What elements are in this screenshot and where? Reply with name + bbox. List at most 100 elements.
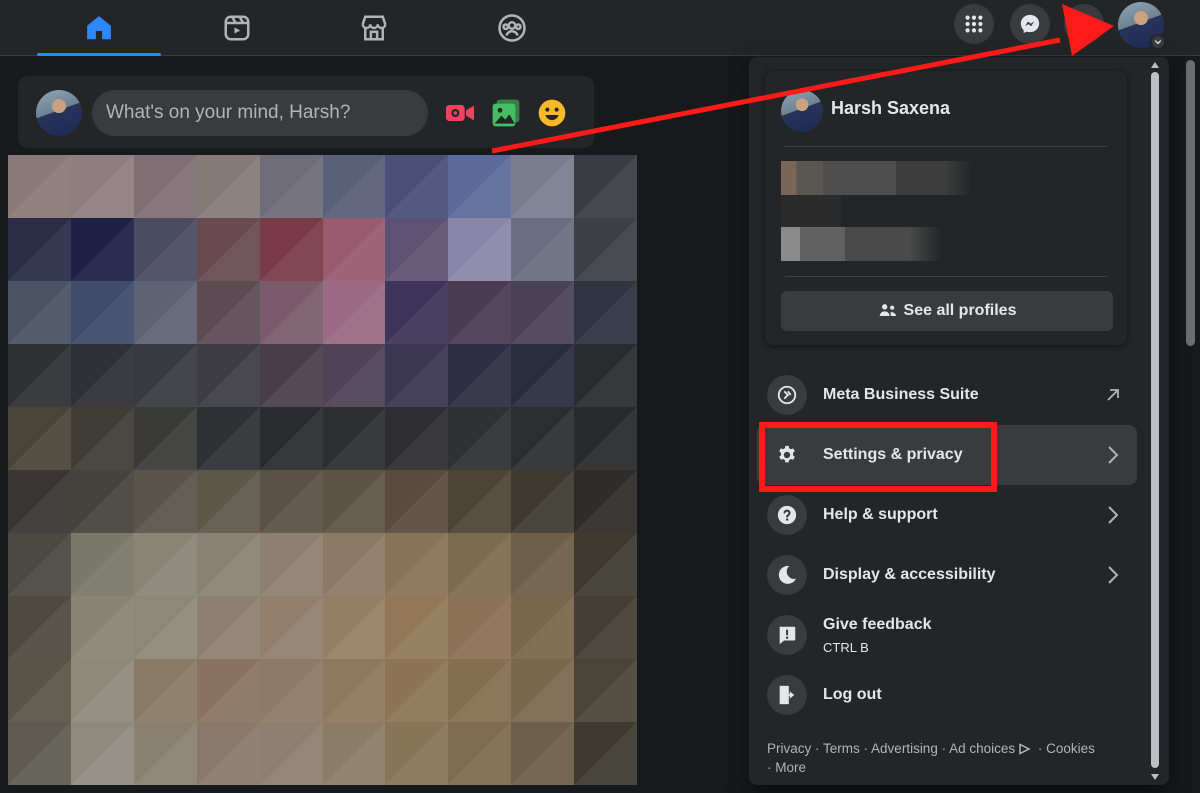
pixel-tile <box>448 344 512 407</box>
tab-marketplace[interactable] <box>312 0 436 56</box>
page-scrollbar-thumb[interactable] <box>1186 60 1195 346</box>
photo-icon[interactable] <box>490 97 522 129</box>
menu-item-label: Give feedback CTRL B <box>823 616 932 655</box>
pixel-tile <box>70 722 134 785</box>
pixel-tile <box>70 155 134 218</box>
menu-scrollbar[interactable] <box>1148 60 1162 782</box>
footer-separator: · <box>859 741 872 756</box>
pixel-tile <box>385 344 449 407</box>
footer-separator: · <box>937 741 950 756</box>
pixel-tile <box>322 407 386 470</box>
pixel-tile <box>196 281 260 344</box>
scroll-down-arrow[interactable] <box>1151 774 1159 780</box>
footer-separator: · <box>767 760 776 775</box>
footer-link-privacy[interactable]: Privacy <box>767 741 811 756</box>
messenger-button[interactable] <box>1010 4 1050 44</box>
menu-item-log-out[interactable]: Log out <box>757 665 1137 725</box>
pixel-tile <box>259 155 323 218</box>
pixel-tile <box>448 533 512 596</box>
pixel-tile <box>322 470 386 533</box>
pixel-tile <box>511 659 575 722</box>
menu-item-help-support[interactable]: Help & support <box>757 485 1137 545</box>
pixel-tile <box>511 596 575 659</box>
divider <box>785 146 1107 147</box>
scroll-up-arrow[interactable] <box>1151 62 1159 68</box>
menu-item-give-feedback[interactable]: Give feedback CTRL B <box>757 605 1137 665</box>
moon-icon <box>767 555 807 595</box>
scrollbar-thumb[interactable] <box>1151 72 1159 768</box>
pixel-tile <box>574 344 637 407</box>
pixel-tile <box>196 533 260 596</box>
pixel-tile <box>8 407 71 470</box>
pixel-tile <box>196 155 260 218</box>
annotation-highlight-box <box>759 422 997 492</box>
pixel-tile <box>511 218 575 281</box>
tab-home[interactable] <box>37 0 161 56</box>
menu-footer-links: Privacy · Terms · Advertising · Ad choic… <box>767 739 1147 777</box>
tab-groups[interactable] <box>450 0 574 56</box>
composer-input[interactable]: What's on your mind, Harsh? <box>92 90 428 136</box>
footer-link-cookies[interactable]: Cookies <box>1046 741 1095 756</box>
footer-link-advertising[interactable]: Advertising <box>871 741 938 756</box>
profile-avatar[interactable] <box>781 90 823 132</box>
pixel-tile <box>196 722 260 785</box>
reels-icon <box>224 15 250 41</box>
pixel-tile <box>448 281 512 344</box>
profile-name[interactable]: Harsh Saxena <box>831 98 950 119</box>
pixel-tile <box>133 407 197 470</box>
pixel-tile <box>70 407 134 470</box>
blurred-profile-entry[interactable] <box>781 161 973 195</box>
notifications-button[interactable] <box>1064 4 1104 44</box>
pixel-tile <box>511 407 575 470</box>
pixel-tile <box>259 659 323 722</box>
chevron-right-icon <box>1108 446 1119 464</box>
pixel-tile <box>574 659 637 722</box>
pixel-tile <box>70 659 134 722</box>
question-icon <box>767 495 807 535</box>
pixel-tile <box>448 659 512 722</box>
pixel-tile <box>133 344 197 407</box>
pixel-tile <box>8 659 71 722</box>
pixel-tile <box>448 596 512 659</box>
menu-item-display-accessibility[interactable]: Display & accessibility <box>757 545 1137 605</box>
footer-link-ad-choices[interactable]: Ad choices <box>949 741 1015 756</box>
pixel-tile <box>196 596 260 659</box>
blurred-profile-entry[interactable] <box>781 227 941 261</box>
pixel-tile <box>448 470 512 533</box>
menu-item-label: Log out <box>823 686 882 703</box>
pixel-tile <box>574 218 637 281</box>
account-avatar-button[interactable] <box>1118 2 1166 50</box>
pixel-tile <box>574 722 637 785</box>
pixel-tile <box>133 218 197 281</box>
menu-button[interactable] <box>954 4 994 44</box>
composer-avatar[interactable] <box>36 90 82 136</box>
footer-link-more[interactable]: More <box>775 760 806 775</box>
pixel-tile <box>385 155 449 218</box>
pixel-tile <box>385 596 449 659</box>
footer-link-terms[interactable]: Terms <box>823 741 860 756</box>
post-composer: What's on your mind, Harsh? <box>18 76 594 148</box>
tab-reels[interactable] <box>175 0 299 56</box>
pixel-tile <box>574 407 637 470</box>
pixel-tile <box>385 470 449 533</box>
pixel-tile <box>8 155 71 218</box>
pixel-tile <box>385 722 449 785</box>
pixel-tile <box>196 659 260 722</box>
footer-separator: · <box>1034 741 1047 756</box>
pixel-tile <box>574 533 637 596</box>
menu-item-meta-business-suite[interactable]: Meta Business Suite <box>757 365 1137 425</box>
see-all-profiles-button[interactable]: See all profiles <box>781 291 1113 331</box>
pixel-tile <box>196 344 260 407</box>
messenger-icon <box>1020 14 1040 34</box>
post-image-pixelated[interactable] <box>8 155 637 785</box>
menu-item-label: Help & support <box>823 506 938 523</box>
pixel-tile <box>322 722 386 785</box>
pixel-tile <box>322 596 386 659</box>
feeling-icon[interactable] <box>536 97 568 129</box>
top-navigation-bar <box>0 0 1200 56</box>
home-icon <box>87 16 111 40</box>
pixel-tile <box>8 344 71 407</box>
chevron-right-icon <box>1108 566 1119 584</box>
live-video-icon[interactable] <box>444 97 476 129</box>
pixel-tile <box>133 596 197 659</box>
